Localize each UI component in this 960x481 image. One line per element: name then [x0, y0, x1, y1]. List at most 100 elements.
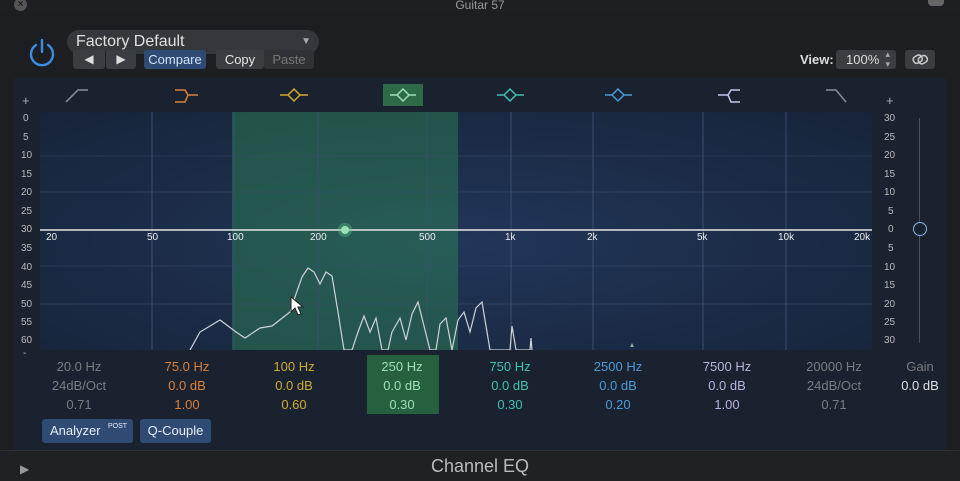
low-shelf-icon [175, 89, 198, 96]
band-3-params: 100 Hz 0.0 dB 0.60 [244, 357, 344, 414]
plugin-name: Channel EQ [430, 456, 530, 476]
band-6-freq[interactable]: 2500 Hz [568, 357, 668, 376]
band-2-freq[interactable]: 75.0 Hz [137, 357, 237, 376]
band-8-q[interactable]: 0.71 [784, 395, 884, 414]
left-scale-15: 15 [21, 169, 33, 180]
right-scale-20-bottom: 20 [884, 299, 896, 310]
right-scale-25-top: 25 [884, 132, 896, 143]
band-7-freq[interactable]: 7500 Hz [677, 357, 777, 376]
left-scale-40: 40 [21, 262, 33, 273]
low-cut-icon [65, 89, 88, 103]
band-3-gain[interactable]: 0.0 dB [244, 376, 344, 395]
right-scale-5-top: 5 [888, 206, 894, 217]
left-scale-60: 60 [21, 335, 33, 346]
right-scale-10-top: 10 [884, 187, 896, 198]
left-scale-25: 25 [21, 206, 33, 217]
stepper-icon: ▴ ▾ [885, 49, 890, 69]
right-scale-0: 0 [888, 224, 894, 235]
high-shelf-icon [718, 89, 740, 103]
analyzer-label: Analyzer [50, 423, 101, 438]
left-scale-20: 20 [21, 187, 33, 198]
collapse-button[interactable] [928, 0, 944, 6]
link-icon[interactable] [905, 50, 935, 69]
left-scale-30: 30 [21, 224, 33, 235]
prev-preset-button[interactable]: ◀ [73, 50, 105, 69]
freq-label-10k: 10k [778, 232, 795, 243]
band-3-freq[interactable]: 100 Hz [244, 357, 344, 376]
band-1-params: 20.0 Hz 24dB/Oct 0.71 [29, 357, 129, 414]
right-scale-10-bottom: 10 [884, 262, 896, 273]
band-6-params: 2500 Hz 0.0 dB 0.20 [568, 357, 668, 414]
bell-icon-2500 [605, 87, 632, 103]
left-scale-10: 10 [21, 150, 33, 161]
band-8-params: 20000 Hz 24dB/Oct 0.71 [784, 357, 884, 414]
freq-label-500: 500 [419, 232, 436, 243]
band-7-q[interactable]: 1.00 [677, 395, 777, 414]
left-scale-0: 0 [23, 113, 29, 124]
band-5-q[interactable]: 0.30 [460, 395, 560, 414]
right-scale-30-bottom: 30 [884, 335, 896, 346]
band-4-gain[interactable]: 0.0 dB [352, 376, 452, 395]
high-cut-icon [826, 89, 847, 103]
band-8-slope[interactable]: 24dB/Oct [784, 376, 884, 395]
freq-label-2k: 2k [587, 232, 598, 243]
band-4-freq[interactable]: 250 Hz [352, 357, 452, 376]
right-scale-20-top: 20 [884, 150, 896, 161]
left-scale-50: 50 [21, 299, 33, 310]
left-scale-35: 35 [21, 243, 33, 254]
bell-icon-100 [280, 87, 308, 103]
window-title: Guitar 57 [455, 0, 505, 12]
band-2-q[interactable]: 1.00 [137, 395, 237, 414]
band-6-gain[interactable]: 0.0 dB [568, 376, 668, 395]
right-scale-15-bottom: 15 [884, 280, 896, 291]
view-label: View: [800, 52, 834, 67]
freq-label-1k: 1k [505, 232, 516, 243]
view-zoom-value: 100% [846, 52, 880, 67]
title-bar: × Guitar 57 [0, 0, 960, 12]
eq-graph-overlay [40, 112, 872, 350]
view-zoom-select[interactable]: 100% ▴ ▾ [836, 49, 896, 69]
gain-slider-knob[interactable] [913, 222, 927, 236]
band-node-250[interactable] [341, 226, 349, 234]
freq-label-20k: 20k [854, 232, 871, 243]
freq-label-50: 50 [147, 232, 159, 243]
right-scale-25-bottom: 25 [884, 317, 896, 328]
band-4-params: 250 Hz 0.0 dB 0.30 [352, 357, 452, 414]
band-2-params: 75.0 Hz 0.0 dB 1.00 [137, 357, 237, 414]
left-scale-55: 55 [21, 317, 33, 328]
left-scale-45: 45 [21, 280, 33, 291]
gain-params: Gain 0.0 dB [870, 357, 960, 395]
paste-button[interactable]: Paste [264, 50, 314, 69]
freq-label-200: 200 [310, 232, 327, 243]
band-1-freq[interactable]: 20.0 Hz [29, 357, 129, 376]
marker-icon [630, 343, 634, 347]
band-6-q[interactable]: 0.20 [568, 395, 668, 414]
left-scale-minus: - [23, 348, 27, 359]
band-5-gain[interactable]: 0.0 dB [460, 376, 560, 395]
band-8-freq[interactable]: 20000 Hz [784, 357, 884, 376]
analyzer-post-badge: POST [108, 423, 128, 430]
band-3-q[interactable]: 0.60 [244, 395, 344, 414]
right-scale-5-bottom: 5 [888, 243, 894, 254]
next-preset-button[interactable]: ▶ [105, 50, 136, 69]
left-scale-5: 5 [23, 132, 29, 143]
band-5-params: 750 Hz 0.0 dB 0.30 [460, 357, 560, 414]
gain-value[interactable]: 0.0 dB [870, 376, 960, 395]
power-icon[interactable] [26, 37, 58, 69]
band-1-slope[interactable]: 24dB/Oct [29, 376, 129, 395]
band-2-gain[interactable]: 0.0 dB [137, 376, 237, 395]
compare-button[interactable]: Compare [144, 50, 206, 69]
band-7-gain[interactable]: 0.0 dB [677, 376, 777, 395]
gain-label: Gain [906, 359, 934, 374]
band-1-q[interactable]: 0.71 [29, 395, 129, 414]
band-5-freq[interactable]: 750 Hz [460, 357, 560, 376]
band-4-icon-highlight [383, 84, 423, 106]
band-4-q[interactable]: 0.30 [352, 395, 452, 414]
freq-label-100: 100 [227, 232, 244, 243]
analyzer-button[interactable]: Analyzer POST [42, 419, 133, 443]
copy-button[interactable]: Copy [216, 50, 264, 69]
band-7-params: 7500 Hz 0.0 dB 1.00 [677, 357, 777, 414]
q-couple-button[interactable]: Q-Couple [140, 419, 211, 443]
right-scale-30-top: 30 [884, 113, 896, 124]
right-scale-15-top: 15 [884, 169, 896, 180]
